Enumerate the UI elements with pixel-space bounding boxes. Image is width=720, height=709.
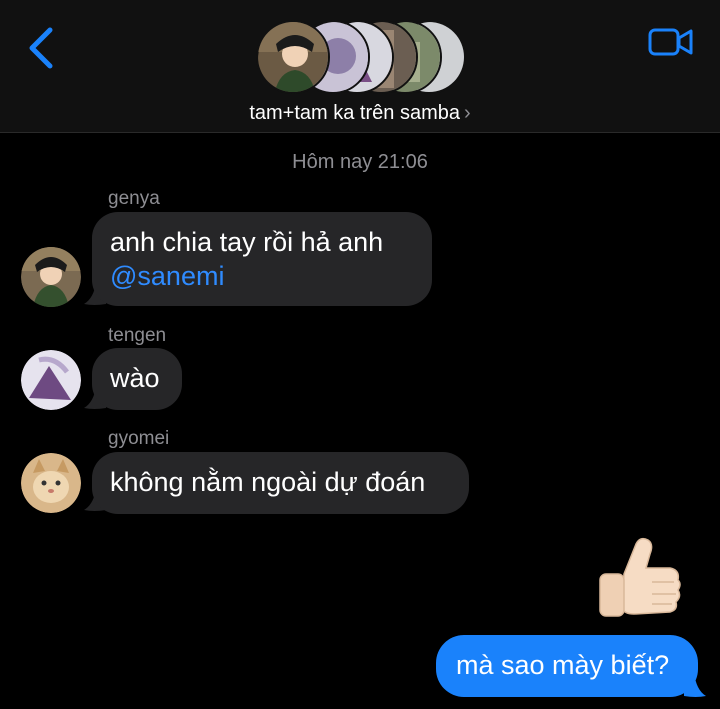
message-bubble[interactable]: không nằm ngoài dự đoán — [92, 452, 469, 514]
message-text: wào — [110, 363, 160, 393]
group-member-avatar — [256, 20, 330, 94]
message-text: mà sao mày biết? — [456, 650, 670, 680]
group-name-label: tam+tam ka trên samba — [249, 102, 460, 124]
avatar[interactable] — [21, 350, 81, 410]
video-call-icon[interactable] — [648, 26, 694, 58]
back-chevron-icon[interactable] — [24, 26, 58, 70]
avatar[interactable] — [21, 247, 81, 307]
message-bubble[interactable]: anh chia tay rồi hả anh @sanemi — [92, 212, 432, 306]
conversation-header: tam+tam ka trên samba › — [0, 0, 720, 133]
message-text: không nằm ngoài dự đoán — [110, 467, 426, 497]
thumbs-up-icon[interactable] — [594, 534, 686, 624]
message-text: anh chia tay rồi hả anh — [110, 227, 384, 257]
timestamp-time: 21:06 — [377, 151, 428, 173]
group-name-button[interactable]: tam+tam ka trên samba › — [0, 102, 720, 125]
outgoing-message-bubble[interactable]: mà sao mày biết? — [436, 635, 698, 697]
sender-name: gyomei — [108, 428, 170, 449]
bubble-tail — [684, 672, 706, 697]
chevron-right-icon: › — [463, 102, 471, 124]
sender-name: genya — [108, 188, 160, 209]
mention-link[interactable]: @sanemi — [110, 261, 224, 291]
group-avatar-stack[interactable] — [256, 20, 466, 94]
sender-name: tengen — [108, 325, 167, 346]
avatar[interactable] — [21, 453, 81, 513]
message-bubble[interactable]: wào — [92, 348, 182, 410]
timestamp-day: Hôm nay — [292, 151, 373, 173]
message-timestamp: Hôm nay 21:06 — [0, 151, 720, 174]
